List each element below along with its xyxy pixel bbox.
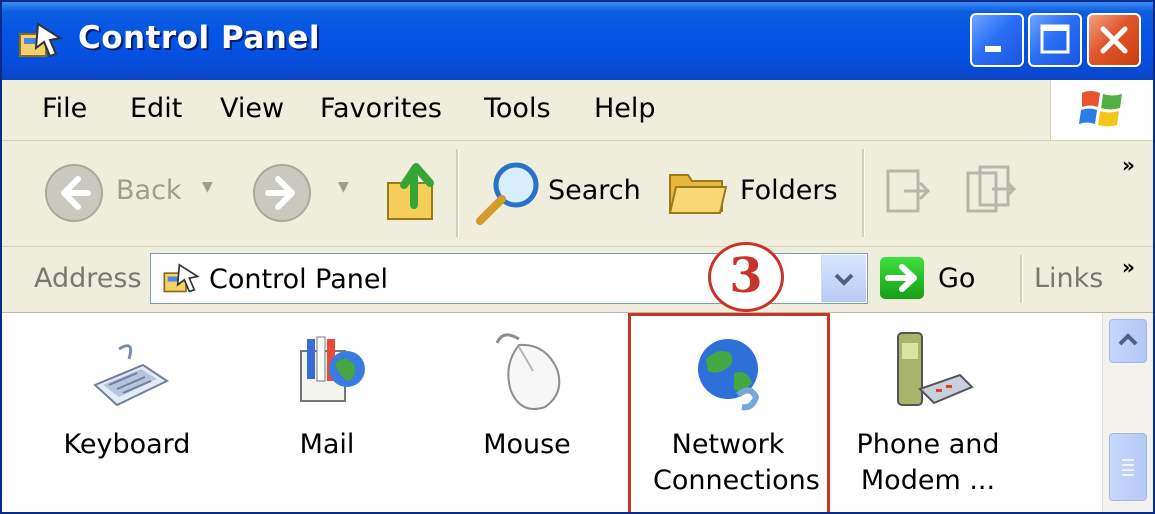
folders-icon [668, 174, 728, 214]
address-label: Address [34, 263, 142, 294]
keyboard-icon [93, 344, 169, 407]
back-button[interactable]: Back [42, 161, 222, 225]
address-dropdown-button[interactable] [821, 255, 866, 302]
grip-icon [1122, 459, 1134, 476]
menu-file[interactable]: File [42, 93, 87, 124]
step-number-badge: 3 [708, 242, 784, 312]
vertical-scrollbar[interactable] [1102, 313, 1153, 512]
phone-modem-icon [897, 332, 974, 406]
item-label-line1: Phone and [856, 429, 1000, 460]
address-value: Control Panel [209, 264, 389, 295]
back-arrow-icon [45, 164, 103, 222]
menu-view[interactable]: View [220, 93, 284, 124]
list-item-keyboard[interactable]: Keyboard [52, 313, 202, 512]
go-label[interactable]: Go [938, 263, 975, 294]
search-label: Search [548, 175, 641, 206]
forward-arrow-icon [253, 164, 311, 222]
menu-bar: File Edit View Favorites Tools Help [2, 80, 1153, 141]
search-icon [476, 162, 539, 225]
up-folder-icon [387, 163, 434, 220]
list-item-phone-modem[interactable]: Phone and Modem ... [853, 313, 1003, 512]
maximize-button[interactable] [1028, 13, 1082, 67]
search-button[interactable]: Search [472, 157, 652, 229]
addressbar-separator [1020, 255, 1023, 303]
go-button[interactable] [880, 257, 924, 299]
copy-to-icon[interactable] [964, 165, 1020, 219]
address-bar: Address Control Panel Go Links » [2, 247, 1153, 313]
control-panel-window: Control Panel File Edit View Favorites T… [0, 0, 1155, 514]
forward-button[interactable]: ▼ [250, 161, 349, 225]
close-button[interactable] [1087, 13, 1141, 67]
highlight-box [628, 313, 830, 512]
close-icon [1100, 26, 1128, 54]
links-label[interactable]: Links [1034, 263, 1103, 294]
chevron-down-icon [834, 273, 854, 286]
folders-button[interactable]: Folders [666, 161, 846, 225]
up-folder-button[interactable] [384, 159, 444, 225]
item-label: Keyboard [63, 429, 191, 460]
control-panel-small-icon [163, 263, 200, 293]
item-label-line2: Modem ... [860, 465, 996, 496]
windows-flag-icon [1079, 91, 1122, 127]
move-to-icon[interactable] [884, 165, 934, 219]
scroll-thumb[interactable] [1109, 433, 1147, 501]
chevron-up-icon [1118, 333, 1138, 346]
windows-logo [1050, 80, 1153, 140]
minimize-button[interactable] [970, 13, 1024, 67]
forward-dropdown-arrow-icon[interactable]: ▼ [338, 179, 349, 195]
menu-help[interactable]: Help [594, 93, 656, 124]
standard-toolbar: Back ▼ ▼ Search Folders » [2, 141, 1153, 247]
toolbar-separator [456, 149, 459, 237]
control-panel-content: Keyboard Mail Mouse Network Connections … [2, 313, 1102, 512]
menu-edit[interactable]: Edit [130, 93, 182, 124]
links-overflow-chevron[interactable]: » [1122, 255, 1135, 279]
go-arrow-icon [885, 264, 917, 292]
list-item-mouse[interactable]: Mouse [452, 313, 602, 512]
control-panel-icon [19, 22, 63, 58]
scroll-up-button[interactable] [1109, 319, 1147, 363]
mouse-icon [495, 333, 561, 410]
toolbar-overflow-chevron[interactable]: » [1122, 153, 1135, 177]
toolbar-separator [862, 149, 865, 237]
minimize-icon [985, 46, 1001, 52]
maximize-icon [1040, 24, 1070, 54]
title-bar[interactable]: Control Panel [2, 2, 1153, 81]
menu-favorites[interactable]: Favorites [320, 93, 442, 124]
folders-label: Folders [740, 175, 838, 206]
mail-icon [300, 336, 365, 402]
item-label: Mail [299, 429, 355, 460]
back-label: Back [116, 175, 182, 206]
menu-tools[interactable]: Tools [484, 93, 551, 124]
step-number: 3 [729, 248, 763, 304]
back-dropdown-arrow-icon[interactable]: ▼ [202, 179, 213, 195]
item-label: Mouse [483, 429, 571, 460]
window-title: Control Panel [78, 20, 320, 56]
list-item-mail[interactable]: Mail [252, 313, 402, 512]
